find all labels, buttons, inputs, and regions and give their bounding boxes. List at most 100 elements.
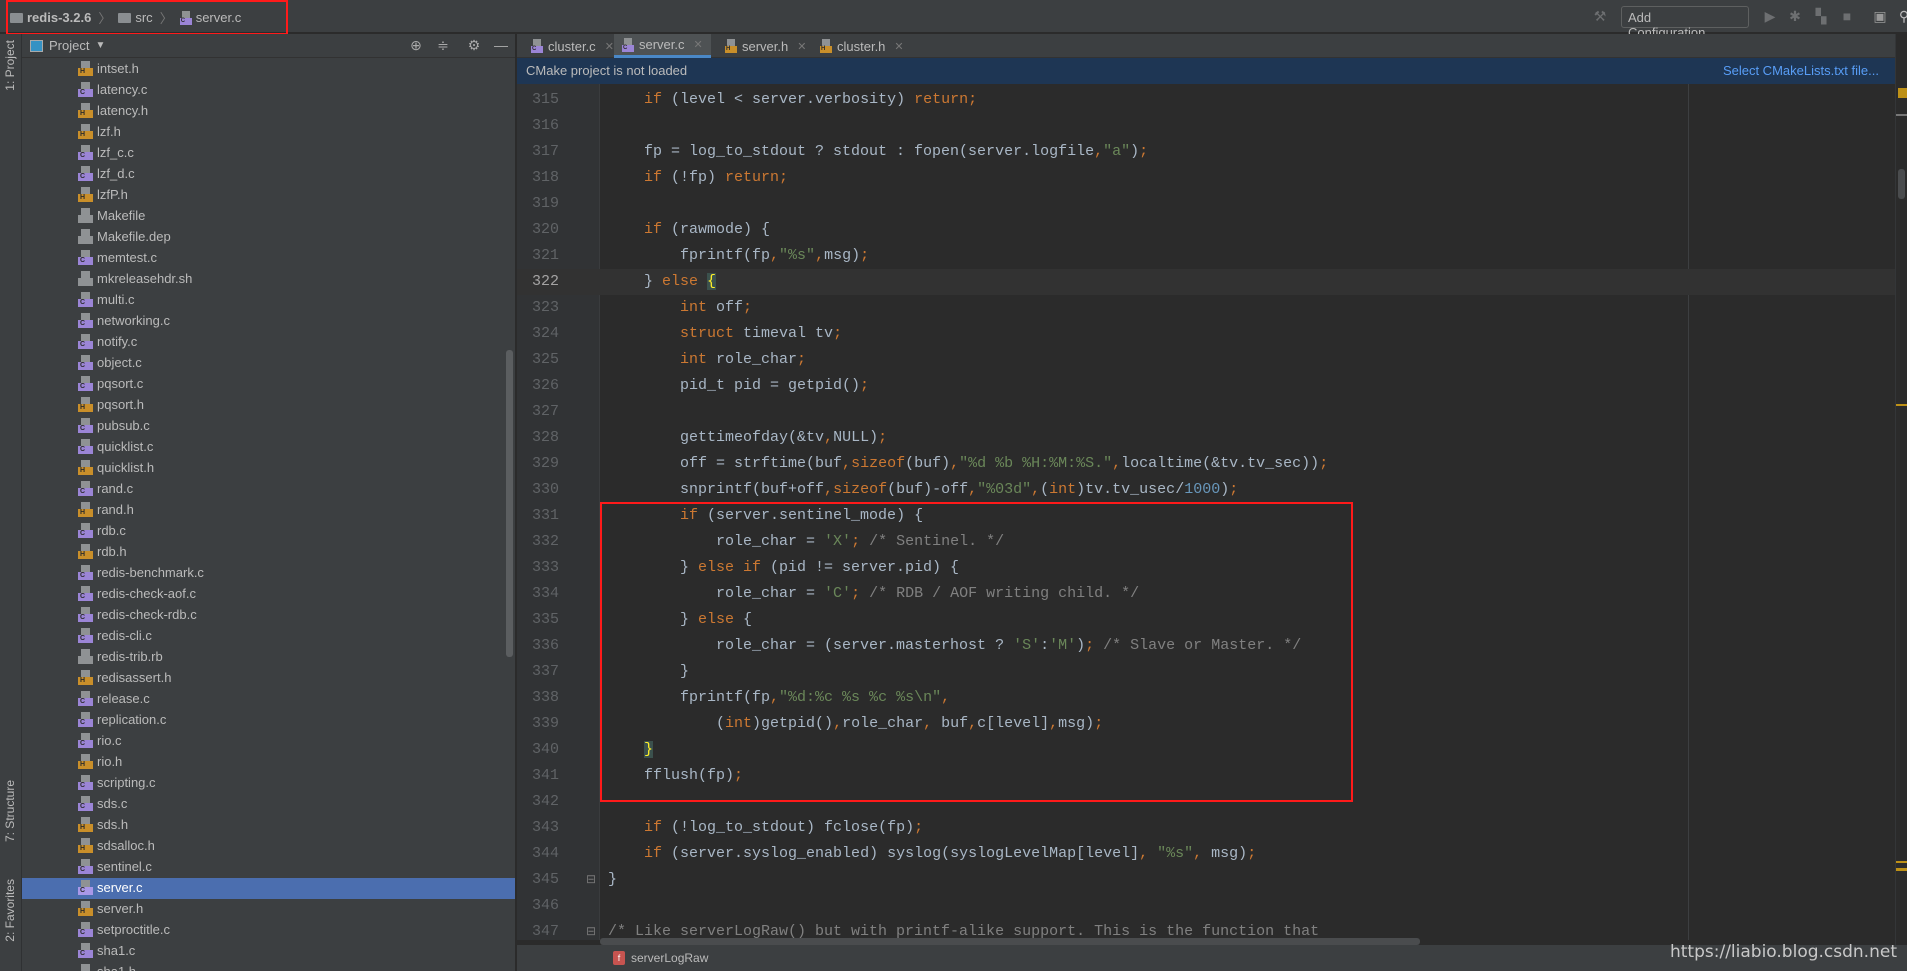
line-number[interactable]: 339 (517, 711, 559, 737)
collapse-all-icon[interactable]: ≑ (435, 37, 451, 53)
line-number[interactable]: 332 (517, 529, 559, 555)
line-number[interactable]: 335 (517, 607, 559, 633)
file-tree-item[interactable]: Crdb.c (22, 521, 515, 542)
tool-window-project[interactable]: 1: Project (3, 40, 17, 91)
line-number[interactable]: 334 (517, 581, 559, 607)
line-number[interactable]: 341 (517, 763, 559, 789)
file-tree-item[interactable]: Cnetworking.c (22, 311, 515, 332)
line-number[interactable]: 317 (517, 139, 559, 165)
file-tree-item[interactable]: Hsdsalloc.h (22, 836, 515, 857)
file-tree-item[interactable]: Cmemtest.c (22, 248, 515, 269)
play-icon[interactable]: ▶ (1762, 8, 1778, 24)
line-number[interactable]: 315 (517, 87, 559, 113)
file-tree-item[interactable]: Credis-check-rdb.c (22, 605, 515, 626)
gear-icon[interactable]: ⚙ (466, 37, 482, 53)
file-tree-item[interactable]: Csetproctitle.c (22, 920, 515, 941)
file-tree-item[interactable]: Hsds.h (22, 815, 515, 836)
line-number[interactable]: 316 (517, 113, 559, 139)
scrollbar-thumb[interactable] (1898, 169, 1905, 199)
line-number[interactable]: 318 (517, 165, 559, 191)
current-function[interactable]: serverLogRaw (631, 951, 708, 965)
line-number[interactable]: 325 (517, 347, 559, 373)
dropdown-arrow-icon[interactable]: ▼ (95, 40, 105, 51)
fold-icon[interactable]: ⊟ (586, 919, 596, 940)
file-tree-item[interactable]: Cnotify.c (22, 332, 515, 353)
tool-window-structure[interactable]: 7: Structure (3, 780, 17, 842)
file-tree-item[interactable]: Hserver.h (22, 899, 515, 920)
line-number[interactable]: 345 (517, 867, 559, 893)
close-icon[interactable]: ✕ (605, 40, 614, 53)
hide-icon[interactable]: — (493, 37, 509, 53)
marker[interactable] (1896, 868, 1907, 871)
fold-icon[interactable]: ⊟ (586, 867, 596, 893)
line-number[interactable]: 347 (517, 919, 559, 940)
file-tree-item[interactable]: Hrio.h (22, 752, 515, 773)
file-tree-item[interactable]: Makefile.dep (22, 227, 515, 248)
line-number[interactable]: 326 (517, 373, 559, 399)
line-number[interactable]: 338 (517, 685, 559, 711)
file-tree-item[interactable]: Cpubsub.c (22, 416, 515, 437)
file-tree-item[interactable]: Crio.c (22, 731, 515, 752)
file-tree-item[interactable]: Hintset.h (22, 59, 515, 80)
file-tree-item[interactable]: Hlzf.h (22, 122, 515, 143)
close-icon[interactable]: ✕ (894, 40, 903, 53)
file-tree-item[interactable]: Clatency.c (22, 80, 515, 101)
line-number[interactable]: 340 (517, 737, 559, 763)
line-number[interactable]: 327 (517, 399, 559, 425)
line-number[interactable]: 331 (517, 503, 559, 529)
terminal-icon[interactable]: ▣ (1872, 8, 1888, 24)
file-tree-item[interactable]: Crand.c (22, 479, 515, 500)
line-number[interactable]: 323 (517, 295, 559, 321)
coverage-icon[interactable]: ▚ (1813, 8, 1829, 24)
marker[interactable] (1896, 404, 1907, 406)
line-number[interactable]: 329 (517, 451, 559, 477)
line-number[interactable]: 330 (517, 477, 559, 503)
file-tree-item[interactable]: Csha1.c (22, 941, 515, 962)
file-tree-item[interactable]: Hlatency.h (22, 101, 515, 122)
hammer-icon[interactable]: ⚒ (1592, 8, 1608, 24)
search-icon[interactable]: ⚲ (1896, 8, 1907, 24)
line-number[interactable]: 333 (517, 555, 559, 581)
file-tree-item[interactable]: redis-trib.rb (22, 647, 515, 668)
tab-cluster-c[interactable]: Ccluster.c ✕ (523, 34, 614, 58)
line-number[interactable]: 342 (517, 789, 559, 815)
file-tree-item[interactable]: Credis-benchmark.c (22, 563, 515, 584)
file-tree-item[interactable]: Hquicklist.h (22, 458, 515, 479)
editor-scrollbar[interactable] (1895, 34, 1907, 945)
horizontal-scrollbar[interactable] (600, 938, 1420, 945)
line-number[interactable]: 343 (517, 815, 559, 841)
file-tree-item[interactable]: Hpqsort.h (22, 395, 515, 416)
debug-icon[interactable]: ✱ (1787, 8, 1803, 24)
line-number[interactable]: 322 (517, 269, 559, 295)
select-cmakelists-link[interactable]: Select CMakeLists.txt file... (1723, 58, 1879, 84)
scrollbar[interactable] (506, 350, 513, 657)
file-tree-item[interactable]: Hrand.h (22, 500, 515, 521)
file-tree-item[interactable]: Clzf_d.c (22, 164, 515, 185)
file-tree-item[interactable]: Crelease.c (22, 689, 515, 710)
file-tree-item[interactable]: Cscripting.c (22, 773, 515, 794)
warning-marker[interactable] (1898, 88, 1907, 98)
file-tree-item[interactable]: Csentinel.c (22, 857, 515, 878)
file-tree-item[interactable]: Creplication.c (22, 710, 515, 731)
line-number[interactable]: 346 (517, 893, 559, 919)
file-tree-item[interactable]: Cobject.c (22, 353, 515, 374)
locate-icon[interactable]: ⊕ (408, 37, 424, 53)
file-tree-item[interactable]: Cpqsort.c (22, 374, 515, 395)
tab-cluster-h[interactable]: Hcluster.h ✕ (812, 34, 906, 58)
file-tree-item[interactable]: Makefile (22, 206, 515, 227)
line-number[interactable]: 336 (517, 633, 559, 659)
line-number[interactable]: 321 (517, 243, 559, 269)
file-tree-item[interactable]: Hrdb.h (22, 542, 515, 563)
file-tree-item[interactable]: Credis-check-aof.c (22, 584, 515, 605)
close-icon[interactable]: ✕ (694, 38, 703, 51)
line-number[interactable]: 344 (517, 841, 559, 867)
stop-icon[interactable]: ■ (1839, 8, 1855, 24)
project-view-selector[interactable]: Project (49, 38, 89, 53)
close-icon[interactable]: ✕ (797, 40, 806, 53)
file-tree-item[interactable]: Hredisassert.h (22, 668, 515, 689)
line-number[interactable]: 337 (517, 659, 559, 685)
file-tree-item[interactable]: Hsha1.h (22, 962, 515, 971)
file-tree-item[interactable]: Cquicklist.c (22, 437, 515, 458)
add-configuration-button[interactable]: Add Configuration... (1621, 6, 1749, 40)
file-tree-item[interactable]: Credis-cli.c (22, 626, 515, 647)
